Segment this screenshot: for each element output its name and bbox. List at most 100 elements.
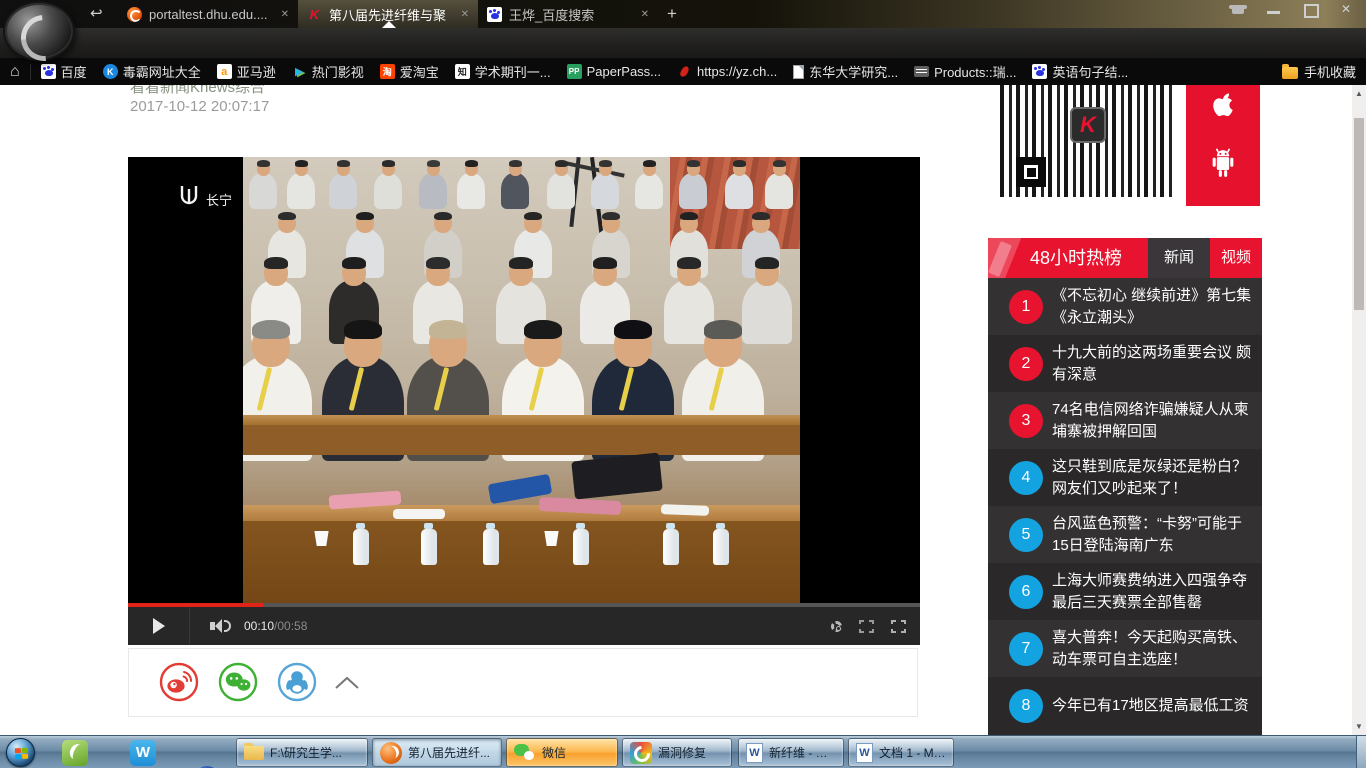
tab-close-icon[interactable] — [461, 9, 469, 20]
taskbar-window-button[interactable]: F:\研究生学... — [236, 738, 368, 767]
hot-list-item[interactable]: 5台风蓝色预警：“卡努”可能于15日登陆海南广东 — [988, 506, 1262, 563]
share-weibo-icon[interactable] — [159, 662, 199, 702]
tab-video[interactable]: 视频 — [1210, 238, 1262, 278]
scroll-down-arrow[interactable] — [1352, 722, 1366, 731]
bookmark-item[interactable]: 热门影视 — [292, 62, 364, 81]
amazon-icon: a — [217, 64, 232, 79]
hot-list-item[interactable]: 1 《不忘初心 继续前进》第七集《永立潮头》 — [988, 278, 1262, 335]
hot-item-text: 这只鞋到底是灰绿还是粉白？网友们又吵起来了！ — [1052, 456, 1252, 500]
hot-list-item[interactable]: 2十九大前的这两场重要会议 颇有深意 — [988, 335, 1262, 392]
cheetah-browser-icon — [380, 742, 402, 764]
bookmark-item[interactable]: a 亚马逊 — [217, 62, 276, 81]
settings-gear-icon[interactable] — [831, 621, 842, 632]
person-hair — [295, 160, 308, 167]
water-bottle — [421, 529, 437, 565]
water-bottle — [353, 529, 369, 565]
person-hair — [733, 160, 746, 167]
person-hair — [427, 160, 440, 167]
home-icon[interactable] — [10, 63, 20, 81]
duba-icon: K — [103, 64, 118, 79]
bookmark-item[interactable]: https://yz.ch... — [677, 64, 777, 79]
hot-list-item[interactable]: 7喜大普奔！今天起购买高铁、动车票可自主选座！ — [988, 620, 1262, 677]
page-scrollbar[interactable] — [1352, 85, 1366, 735]
bookmark-label: 亚马逊 — [237, 62, 276, 81]
article-source[interactable]: 看看新闻Knews综合 — [130, 85, 265, 97]
close-icon[interactable] — [1336, 2, 1356, 17]
changning-watermark: 长宁 — [176, 183, 232, 209]
apple-icon[interactable] — [1210, 93, 1236, 125]
share-wechat-icon[interactable] — [218, 662, 258, 702]
browser-logo[interactable] — [3, 1, 75, 61]
person-hair — [599, 160, 612, 167]
bookmark-item[interactable]: 东华大学研究... — [793, 62, 898, 81]
bookmark-item[interactable]: 英语句子结... — [1032, 62, 1128, 81]
wps-icon[interactable]: W — [130, 740, 156, 766]
desk-item — [393, 509, 445, 519]
hot-list-item[interactable]: 374名电信网络诈骗嫌疑人从柬埔寨被押解回国 — [988, 392, 1262, 449]
rank-badge: 3 — [1009, 404, 1043, 438]
person-torso — [635, 173, 663, 209]
tab-news[interactable]: 新闻 — [1148, 238, 1210, 278]
taskbar-window-button[interactable]: 漏洞修复 — [622, 738, 732, 767]
scrollbar-thumb[interactable] — [1354, 118, 1364, 310]
tab-3[interactable]: 王烨_百度搜索 — [478, 0, 658, 28]
windows-taskbar: CH ? 15:28 2017/10/13 WF:\研究生学...第八届先进纤.… — [0, 735, 1366, 768]
volume-icon[interactable] — [210, 619, 231, 633]
tab-close-icon[interactable] — [641, 9, 649, 20]
show-desktop-button[interactable] — [1356, 736, 1366, 768]
bookmark-phone-folder[interactable]: 手机收藏 — [1282, 62, 1356, 81]
android-icon[interactable] — [1208, 147, 1238, 179]
scroll-up-arrow[interactable] — [1352, 89, 1366, 98]
taskbar-window-button[interactable]: 第八届先进纤... — [372, 738, 502, 767]
back-arrow-icon[interactable] — [90, 4, 103, 22]
coreldraw-icon[interactable] — [62, 740, 88, 766]
share-qq-icon[interactable] — [277, 662, 317, 702]
minimize-icon[interactable] — [1264, 2, 1284, 17]
hot-list-item[interactable]: 8今年已有17地区提高最低工资 — [988, 677, 1262, 734]
maximize-icon[interactable] — [1300, 2, 1320, 17]
taskbar-window-button[interactable]: W新纤维 - Mic... — [738, 738, 844, 767]
hot-list-item[interactable]: 4这只鞋到底是灰绿还是粉白？网友们又吵起来了！ — [988, 449, 1262, 506]
bookmark-item[interactable]: 淘爱淘宝 — [380, 62, 439, 81]
hot-title: 48小时热榜 — [1030, 238, 1122, 278]
person-torso — [679, 173, 707, 209]
hot-item-text: 十九大前的这两场重要会议 颇有深意 — [1052, 342, 1252, 386]
hot-list-item[interactable]: 6上海大师赛费纳进入四强争夺 最后三天赛票全部售罄 — [988, 563, 1262, 620]
bookmarks-list: 百度 K毒霸网址大全 a 亚马逊热门影视淘爱淘宝知学术期刊一... PPPaperPas… — [41, 62, 1270, 81]
browser-titlebar: portaltest.dhu.edu....K第八届先进纤维与聚王烨_百度搜索 — [0, 0, 1366, 28]
tab-title: 王烨_百度搜索 — [509, 5, 634, 24]
tab-1[interactable]: portaltest.dhu.edu.... — [118, 0, 298, 28]
desk-item — [661, 504, 709, 516]
bookmark-item[interactable]: K毒霸网址大全 — [103, 62, 201, 81]
desk-tier — [243, 415, 800, 425]
bookmark-item[interactable]: 知学术期刊一... — [455, 62, 551, 81]
person-torso — [742, 280, 792, 345]
play-button[interactable] — [128, 607, 190, 645]
video-frame[interactable]: 长宁 — [128, 157, 920, 603]
qr-panel: K — [988, 85, 1186, 206]
taskbar-window-button[interactable]: W文档 1 - Mic... — [848, 738, 954, 767]
taskbar-window-button[interactable]: 微信 — [506, 738, 618, 767]
start-button[interactable] — [6, 738, 35, 767]
fullscreen-icon[interactable] — [891, 620, 906, 633]
exit-fullscreen-icon[interactable] — [859, 620, 874, 633]
tab-close-icon[interactable] — [281, 9, 289, 20]
windows-logo-icon — [15, 748, 29, 760]
skin-icon[interactable] — [1228, 2, 1248, 17]
video-controls: 00:10/00:58 — [128, 607, 920, 645]
rank-badge: 1 — [1009, 290, 1043, 324]
folder-icon — [244, 746, 264, 760]
bookmark-item[interactable]: PPPaperPass... — [567, 64, 661, 79]
bookmark-label: 手机收藏 — [1304, 62, 1356, 81]
bookmark-item[interactable]: Products::瑞... — [914, 62, 1016, 81]
person-hair — [434, 212, 452, 221]
person-hair — [752, 212, 770, 221]
person-hair — [677, 257, 700, 269]
new-tab-button[interactable] — [660, 2, 684, 26]
hot-item-text: 《不忘初心 继续前进》第七集《永立潮头》 — [1052, 285, 1252, 329]
bookmark-item[interactable]: 百度 — [41, 62, 87, 81]
person-torso — [591, 173, 619, 209]
collapse-chevron-icon[interactable] — [333, 675, 361, 691]
bookmark-label: Products::瑞... — [934, 62, 1016, 81]
rank-badge: 6 — [1009, 575, 1043, 609]
